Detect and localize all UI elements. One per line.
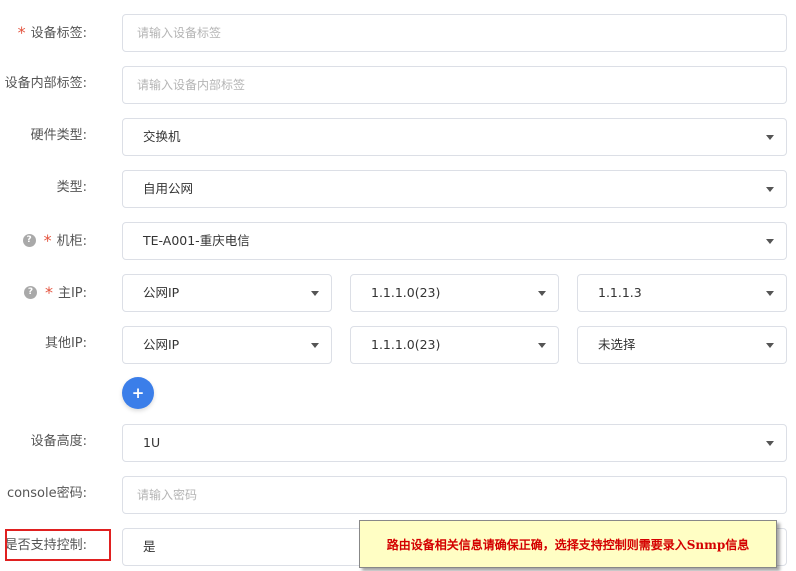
other-ip-address-select[interactable]: 未选择 — [577, 326, 787, 364]
support-control-value: 是 — [143, 539, 156, 554]
other-ip-subnet-select[interactable]: 1.1.1.0(23) — [350, 326, 559, 364]
main-ip-subnet-value: 1.1.1.0(23) — [371, 285, 441, 300]
annotation-note: 路由设备相关信息请确保正确，选择支持控制则需要录入Snmp信息 — [359, 520, 777, 568]
device-height-select[interactable]: 1U — [122, 424, 787, 462]
main-ip-address-value: 1.1.1.3 — [598, 285, 642, 300]
other-ip-label: 其他IP: — [44, 336, 87, 351]
other-ip-subnet-value: 1.1.1.0(23) — [371, 337, 441, 352]
main-ip-label: ? * 主IP: — [23, 274, 87, 310]
cabinet-label: ? * 机柜: — [22, 222, 87, 258]
main-ip-network-value: 公网IP — [143, 285, 180, 300]
console-password-field[interactable] — [122, 476, 787, 514]
main-ip-label-text: 主IP: — [57, 286, 87, 301]
required-mark: * — [17, 23, 26, 42]
main-ip-network-select[interactable]: 公网IP — [122, 274, 332, 312]
chevron-down-icon — [538, 291, 546, 296]
device-height-label: 设备高度: — [30, 434, 87, 449]
cabinet-label-text: 机柜: — [56, 234, 87, 249]
device-internal-label-field[interactable] — [122, 66, 787, 104]
main-ip-address-select[interactable]: 1.1.1.3 — [577, 274, 787, 312]
device-label-label-text: 设备标签: — [30, 26, 87, 41]
chevron-down-icon — [766, 441, 774, 446]
hardware-type-label: 硬件类型: — [30, 128, 87, 143]
chevron-down-icon — [766, 187, 774, 192]
chevron-down-icon — [311, 343, 319, 348]
add-ip-button[interactable]: + — [122, 377, 154, 409]
device-label-input[interactable] — [123, 15, 786, 51]
type-select[interactable]: 自用公网 — [122, 170, 787, 208]
hardware-type-select[interactable]: 交换机 — [122, 118, 787, 156]
chevron-down-icon — [766, 135, 774, 140]
help-icon[interactable]: ? — [23, 286, 37, 299]
required-mark: * — [43, 231, 52, 250]
device-height-value: 1U — [143, 435, 161, 450]
required-mark: * — [44, 283, 53, 302]
main-ip-subnet-select[interactable]: 1.1.1.0(23) — [350, 274, 559, 312]
chevron-down-icon — [766, 343, 774, 348]
console-password-label: console密码: — [6, 486, 87, 501]
chevron-down-icon — [766, 291, 774, 296]
hardware-type-value: 交换机 — [143, 129, 181, 144]
chevron-down-icon — [538, 343, 546, 348]
cabinet-value: TE-A001-重庆电信 — [143, 233, 250, 248]
device-internal-label-label: 设备内部标签: — [4, 76, 87, 91]
console-password-input[interactable] — [123, 477, 786, 513]
other-ip-network-value: 公网IP — [143, 337, 180, 352]
device-label-field[interactable] — [122, 14, 787, 52]
type-label: 类型: — [56, 180, 87, 195]
other-ip-network-select[interactable]: 公网IP — [122, 326, 332, 364]
help-icon[interactable]: ? — [22, 234, 36, 247]
chevron-down-icon — [766, 239, 774, 244]
type-value: 自用公网 — [143, 181, 194, 196]
device-internal-label-input[interactable] — [123, 67, 786, 103]
chevron-down-icon — [311, 291, 319, 296]
cabinet-select[interactable]: TE-A001-重庆电信 — [122, 222, 787, 260]
other-ip-address-value: 未选择 — [598, 337, 636, 352]
device-label-label: * 设备标签: — [18, 14, 87, 50]
label-highlight-box — [5, 529, 111, 561]
